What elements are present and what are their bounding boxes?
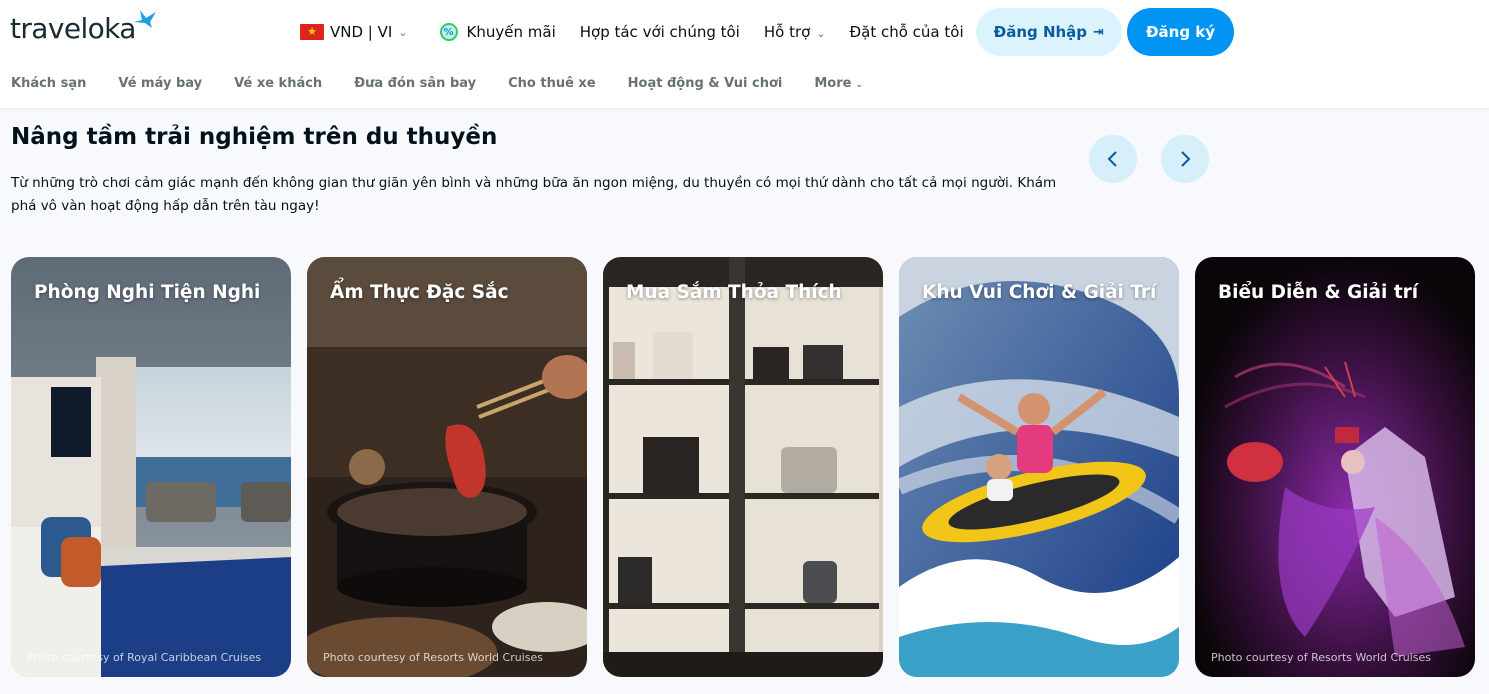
currency-label: VND | VI <box>330 23 393 41</box>
subnav-item-hotels[interactable]: Khách sạn <box>11 76 86 91</box>
subnav-item-airport-transfer[interactable]: Đưa đón sân bay <box>354 76 476 91</box>
section-title: Nâng tầm trải nghiệm trên du thuyền <box>11 124 498 150</box>
card-photo-credit: Photo courtesy of Resorts World Cruises <box>1211 651 1431 664</box>
subnav-item-flights[interactable]: Vé máy bay <box>118 76 202 91</box>
chevron-down-icon: ⌄ <box>398 25 408 39</box>
card-title: Ẩm Thực Đặc Sắc <box>330 282 509 303</box>
carousel-next-button[interactable] <box>1161 135 1209 183</box>
register-button[interactable]: Đăng ký <box>1126 8 1235 56</box>
chevron-left-icon <box>1107 151 1117 167</box>
card-image <box>899 257 1179 677</box>
card-title: Phòng Nghi Tiện Nghi <box>34 282 261 303</box>
partner-link[interactable]: Hợp tác với chúng tôi <box>580 23 740 41</box>
card-image <box>11 257 291 677</box>
section-description: Từ những trò chơi cảm giác mạnh đến khôn… <box>11 175 1057 214</box>
category-card-shopping[interactable]: Mua Sắm Thỏa Thích <box>603 257 883 677</box>
card-title: Khu Vui Chơi & Giải Trí <box>922 282 1157 303</box>
brand-logo[interactable]: traveloka <box>10 10 158 45</box>
category-card-room[interactable]: Phòng Nghi Tiện Nghi Photo courtesy of R… <box>11 257 291 677</box>
login-button[interactable]: Đăng Nhập ⇥ <box>975 8 1122 56</box>
percent-badge-icon: % <box>439 23 458 41</box>
promo-label: Khuyến mãi <box>466 23 556 41</box>
card-image <box>1195 257 1475 677</box>
subnav-item-more[interactable]: More ⌄ <box>814 76 863 91</box>
subnav-item-car-rental[interactable]: Cho thuê xe <box>508 76 596 91</box>
card-image <box>603 257 883 677</box>
card-photo-credit: Photo courtesy of Resorts World Cruises <box>323 651 543 664</box>
currency-language-selector[interactable]: ★ VND | VI ⌄ <box>300 23 408 41</box>
brand-name: traveloka <box>10 12 136 45</box>
bird-logo-icon <box>133 10 156 28</box>
chevron-down-icon: ⌄ <box>855 80 863 90</box>
login-label: Đăng Nhập <box>993 23 1088 41</box>
category-card-dining[interactable]: Ẩm Thực Đặc Sắc Photo courtesy of Resort… <box>307 257 587 677</box>
card-title: Mua Sắm Thỏa Thích <box>626 282 842 303</box>
vietnam-flag-icon: ★ <box>300 24 324 40</box>
category-card-amusement[interactable]: Khu Vui Chơi & Giải Trí <box>899 257 1179 677</box>
register-label: Đăng ký <box>1145 23 1216 41</box>
more-label: More <box>814 76 852 91</box>
category-card-performance[interactable]: Biểu Diễn & Giải trí Photo courtesy of R… <box>1195 257 1475 677</box>
carousel-prev-button[interactable] <box>1089 135 1137 183</box>
login-arrow-icon: ⇥ <box>1093 24 1104 40</box>
product-subnav: Khách sạn Vé máy bay Vé xe khách Đưa đón… <box>11 76 895 91</box>
subnav-item-bus[interactable]: Vé xe khách <box>234 76 322 91</box>
card-title: Biểu Diễn & Giải trí <box>1218 282 1419 303</box>
promo-link[interactable]: % Khuyến mãi <box>439 23 556 41</box>
chevron-down-icon: ⌄ <box>816 27 826 40</box>
subnav-item-activities[interactable]: Hoạt động & Vui chơi <box>628 76 783 91</box>
my-bookings-link[interactable]: Đặt chỗ của tôi <box>850 23 964 41</box>
top-nav: ★ VND | VI ⌄ % Khuyến mãi Hợp tác với ch… <box>300 8 1235 56</box>
site-header: traveloka ★ VND | VI ⌄ % Khuyến mãi Hợp … <box>0 0 1489 108</box>
chevron-right-icon <box>1181 151 1191 167</box>
card-image <box>307 257 587 677</box>
support-menu[interactable]: Hỗ trợ ⌄ <box>764 23 826 41</box>
support-label: Hỗ trợ <box>763 23 811 41</box>
card-photo-credit: Photo courtesy of Royal Caribbean Cruise… <box>27 651 262 664</box>
